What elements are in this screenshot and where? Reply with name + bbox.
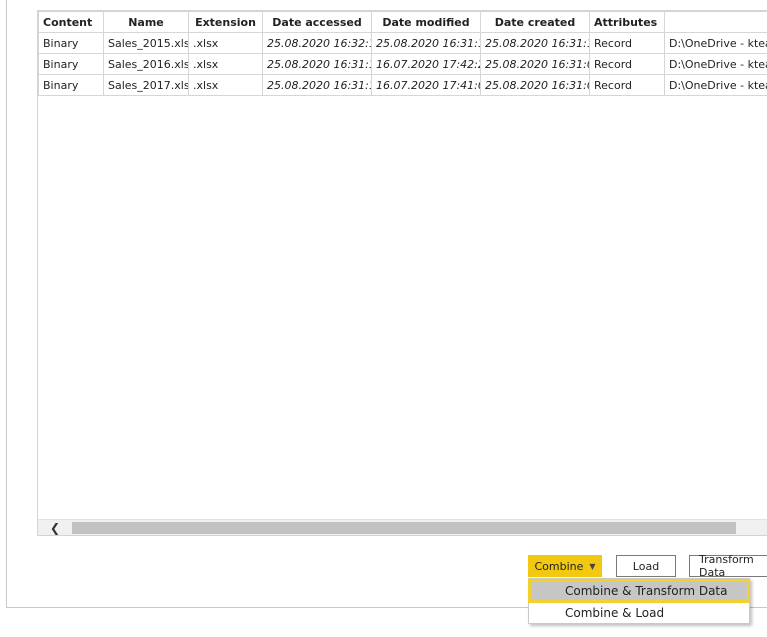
menu-item-combine-transform[interactable]: Combine & Transform Data — [528, 579, 750, 603]
cell-attributes: Record — [589, 32, 665, 54]
column-header-name[interactable]: Name — [103, 11, 189, 33]
cell-content: Binary — [38, 53, 104, 75]
cell-folder-path: D:\OneDrive - kteam — [664, 32, 767, 54]
column-header-folder-path[interactable] — [664, 11, 767, 33]
combine-button[interactable]: Combine ▼ — [528, 555, 602, 577]
chevron-left-icon[interactable]: ❮ — [50, 521, 60, 535]
cell-folder-path: D:\OneDrive - kteam — [664, 74, 767, 96]
cell-date-created: 25.08.2020 16:31:00 — [480, 74, 590, 96]
cell-extension: .xlsx — [188, 53, 263, 75]
table-row[interactable]: Binary Sales_2015.xlsx .xlsx 25.08.2020 … — [38, 32, 767, 54]
cell-attributes: Record — [589, 53, 665, 75]
cell-date-created: 25.08.2020 16:31:11 — [480, 32, 590, 54]
data-preview-grid: Content Name Extension Date accessed Dat… — [37, 10, 767, 536]
cell-date-created: 25.08.2020 16:31:00 — [480, 53, 590, 75]
caret-down-icon: ▼ — [589, 561, 596, 571]
cell-content: Binary — [38, 32, 104, 54]
table-row[interactable]: Binary Sales_2017.xlsx .xlsx 25.08.2020 … — [38, 74, 767, 96]
cell-attributes: Record — [589, 74, 665, 96]
column-header-extension[interactable]: Extension — [188, 11, 263, 33]
files-table: Content Name Extension Date accessed Dat… — [38, 11, 767, 96]
column-header-date-modified[interactable]: Date modified — [371, 11, 481, 33]
table-row[interactable]: Binary Sales_2016.xlsx .xlsx 25.08.2020 … — [38, 53, 767, 75]
scrollbar-thumb[interactable] — [72, 522, 736, 534]
cell-date-modified: 25.08.2020 16:31:11 — [371, 32, 481, 54]
cell-extension: .xlsx — [188, 74, 263, 96]
table-header-row: Content Name Extension Date accessed Dat… — [38, 11, 767, 33]
transform-data-button[interactable]: Transform Data — [689, 553, 767, 579]
cell-name: Sales_2015.xlsx — [103, 32, 189, 54]
cell-extension: .xlsx — [188, 32, 263, 54]
cell-name: Sales_2017.xlsx — [103, 74, 189, 96]
cell-date-accessed: 25.08.2020 16:31:17 — [262, 53, 372, 75]
horizontal-scrollbar[interactable]: ❮ — [38, 519, 767, 535]
cell-date-modified: 16.07.2020 17:41:06 — [371, 74, 481, 96]
cell-date-modified: 16.07.2020 17:42:23 — [371, 53, 481, 75]
column-header-attributes[interactable]: Attributes — [589, 11, 665, 33]
cell-date-accessed: 25.08.2020 16:32:16 — [262, 32, 372, 54]
load-button[interactable]: Load — [616, 555, 676, 577]
cell-name: Sales_2016.xlsx — [103, 53, 189, 75]
combine-dropdown-menu: Combine & Transform Data Combine & Load — [528, 578, 750, 624]
cell-folder-path: D:\OneDrive - kteam — [664, 53, 767, 75]
column-header-date-created[interactable]: Date created — [480, 11, 590, 33]
column-header-content[interactable]: Content — [38, 11, 104, 33]
combine-button-label: Combine — [534, 559, 584, 573]
cell-content: Binary — [38, 74, 104, 96]
cell-date-accessed: 25.08.2020 16:31:17 — [262, 74, 372, 96]
column-header-date-accessed[interactable]: Date accessed — [262, 11, 372, 33]
menu-item-combine-load[interactable]: Combine & Load — [529, 602, 749, 624]
